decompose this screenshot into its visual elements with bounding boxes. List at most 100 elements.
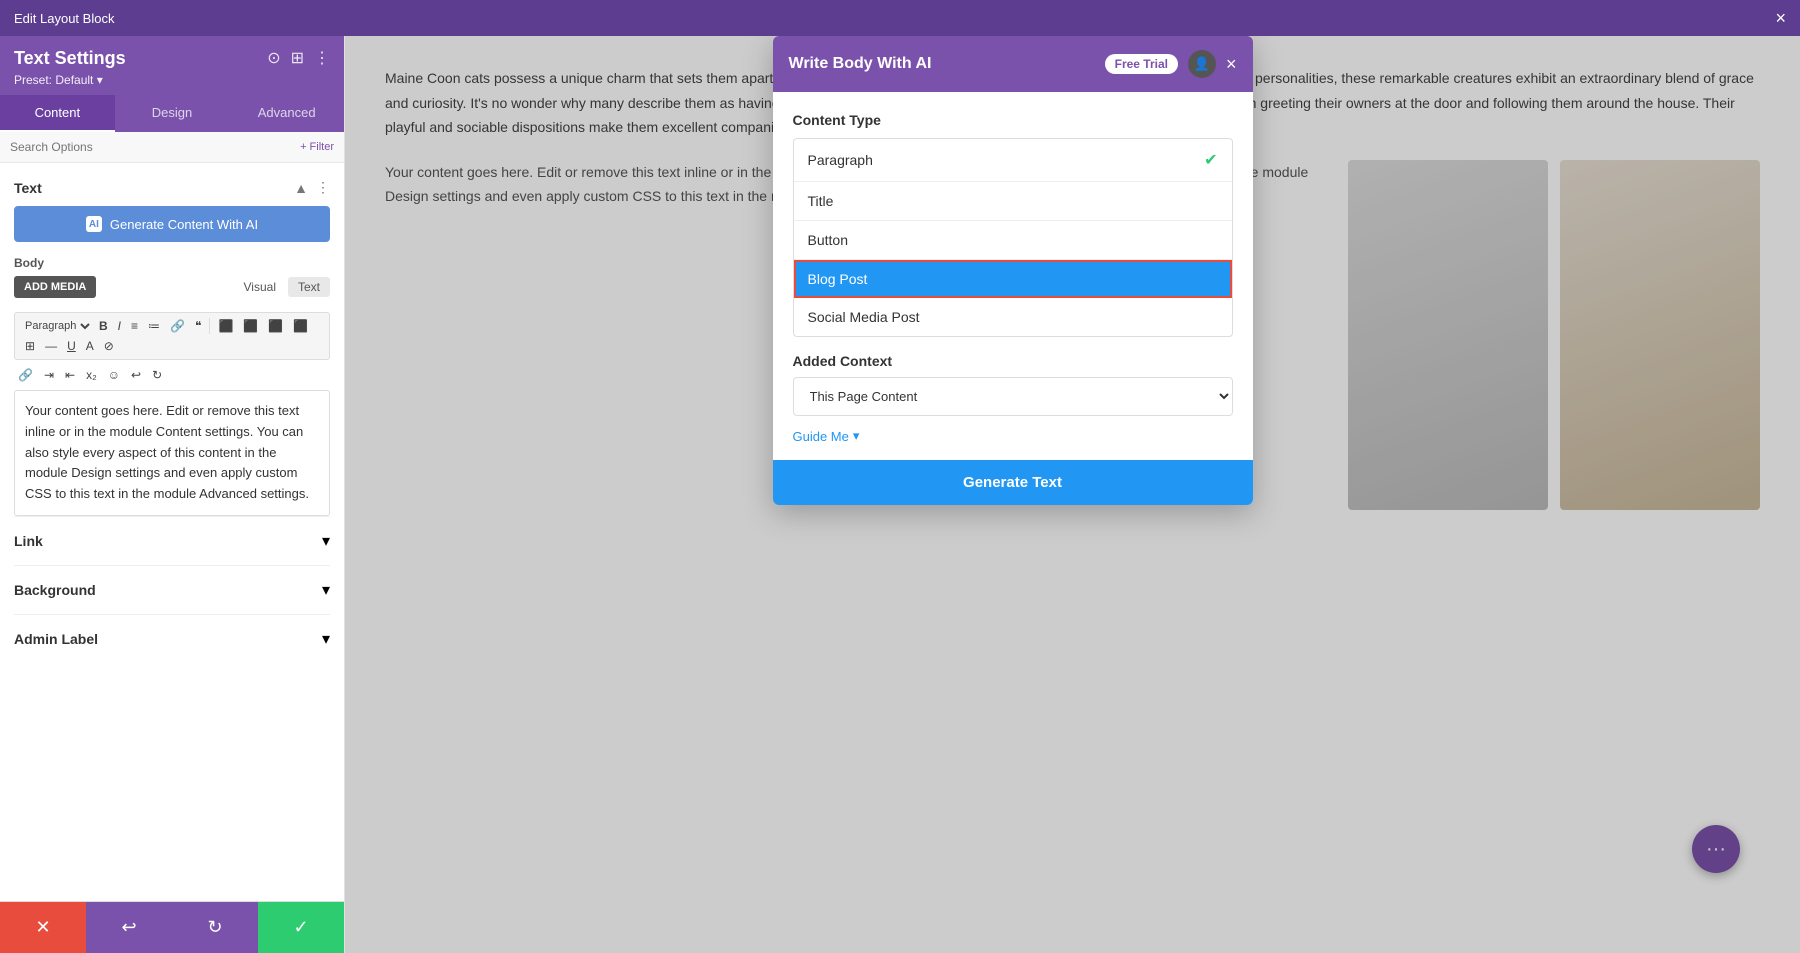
text-section-collapse[interactable]: ▲ bbox=[294, 180, 308, 196]
undo-button[interactable]: ↩ bbox=[86, 902, 172, 953]
columns-icon[interactable]: ⊞ bbox=[291, 48, 304, 68]
modal-header-right: Free Trial 👤 × bbox=[1105, 50, 1237, 78]
sidebar-header: Text Settings Preset: Default ▾ ⊙ ⊞ ⋮ bbox=[0, 36, 344, 95]
content-type-button[interactable]: Button bbox=[794, 221, 1232, 260]
modal-title: Write Body With AI bbox=[789, 55, 932, 73]
modal-header: Write Body With AI Free Trial 👤 × bbox=[773, 36, 1253, 92]
align-left-icon[interactable]: ⬛ bbox=[214, 317, 237, 335]
content-area: Maine Coon cats possess a unique charm t… bbox=[345, 36, 1800, 953]
link-section-title: Link bbox=[14, 533, 43, 549]
outdent-icon[interactable]: ⇤ bbox=[61, 366, 79, 384]
blockquote-icon[interactable]: ❝ bbox=[191, 317, 205, 335]
background-section-title: Background bbox=[14, 582, 96, 598]
search-input[interactable] bbox=[10, 140, 294, 154]
editor-tab-visual[interactable]: Visual bbox=[234, 277, 286, 297]
background-section-header[interactable]: Background ▾ bbox=[14, 580, 330, 600]
modal-overlay: Write Body With AI Free Trial 👤 × Conten… bbox=[345, 36, 1800, 953]
context-select[interactable]: This Page Content bbox=[793, 377, 1233, 416]
subscript-icon[interactable]: x₂ bbox=[82, 366, 101, 384]
undo-icon[interactable]: ↩ bbox=[127, 366, 145, 384]
tab-design[interactable]: Design bbox=[115, 95, 230, 132]
tab-content[interactable]: Content bbox=[0, 95, 115, 132]
content-type-title-label: Title bbox=[808, 193, 834, 209]
filter-button[interactable]: + Filter bbox=[300, 141, 334, 153]
sidebar-search-bar: + Filter bbox=[0, 132, 344, 163]
main-layout: Text Settings Preset: Default ▾ ⊙ ⊞ ⋮ Co… bbox=[0, 36, 1800, 953]
free-trial-badge[interactable]: Free Trial bbox=[1105, 54, 1178, 74]
text-section-more[interactable]: ⋮ bbox=[316, 179, 330, 196]
redo-button[interactable]: ↻ bbox=[172, 902, 258, 953]
link-section: Link ▾ bbox=[14, 516, 330, 565]
sidebar-preset[interactable]: Preset: Default ▾ bbox=[14, 73, 126, 87]
generate-text-button[interactable]: Generate Text bbox=[773, 460, 1253, 505]
toolbar-row2: 🔗 ⇥ ⇤ x₂ ☺ ↩ ↻ bbox=[14, 366, 330, 384]
content-type-paragraph[interactable]: Paragraph ✔ bbox=[794, 139, 1232, 182]
editor-tabs: Visual Text bbox=[234, 277, 330, 297]
content-type-label: Content Type bbox=[793, 112, 1233, 128]
background-chevron-icon: ▾ bbox=[322, 580, 330, 600]
link-section-header[interactable]: Link ▾ bbox=[14, 531, 330, 551]
ai-icon: AI bbox=[86, 216, 102, 232]
link-icon[interactable]: 🔗 bbox=[166, 317, 189, 335]
admin-label-chevron-icon: ▾ bbox=[322, 629, 330, 649]
top-bar-close-button[interactable]: × bbox=[1775, 9, 1786, 27]
content-type-blog-post[interactable]: Blog Post bbox=[794, 260, 1232, 298]
editor-tab-text[interactable]: Text bbox=[288, 277, 330, 297]
horizontal-rule-icon[interactable]: — bbox=[41, 337, 61, 355]
indent-icon[interactable]: ⇥ bbox=[40, 366, 58, 384]
tab-advanced[interactable]: Advanced bbox=[229, 95, 344, 132]
editor-toolbar: Paragraph B I ≡ ≔ 🔗 ❝ ⬛ ⬛ ⬛ ⬛ ⊞ — U A bbox=[14, 312, 330, 360]
modal-close-button[interactable]: × bbox=[1226, 55, 1237, 73]
admin-label-section-header[interactable]: Admin Label ▾ bbox=[14, 629, 330, 649]
background-section: Background ▾ bbox=[14, 565, 330, 614]
underline-icon[interactable]: U bbox=[63, 337, 80, 355]
ordered-list-icon[interactable]: ≔ bbox=[144, 317, 164, 335]
table-icon[interactable]: ⊞ bbox=[21, 337, 39, 355]
admin-label-title: Admin Label bbox=[14, 631, 98, 647]
text-color-icon[interactable]: A bbox=[82, 337, 98, 355]
ai-button-label: Generate Content With AI bbox=[110, 217, 258, 232]
link2-icon[interactable]: 🔗 bbox=[14, 366, 37, 384]
bottom-bar: ✕ ↩ ↻ ✓ bbox=[0, 901, 344, 953]
content-type-button-label: Button bbox=[808, 232, 848, 248]
sidebar-content: Text ▲ ⋮ AI Generate Content With AI Bod… bbox=[0, 163, 344, 901]
unordered-list-icon[interactable]: ≡ bbox=[127, 317, 142, 335]
editor-content[interactable]: Your content goes here. Edit or remove t… bbox=[14, 390, 330, 516]
sidebar: Text Settings Preset: Default ▾ ⊙ ⊞ ⋮ Co… bbox=[0, 36, 345, 953]
text-section-title: Text bbox=[14, 180, 42, 196]
guide-me-chevron-icon: ▾ bbox=[853, 428, 860, 444]
user-avatar-icon: 👤 bbox=[1188, 50, 1216, 78]
top-bar: Edit Layout Block × bbox=[0, 0, 1800, 36]
content-type-blog-post-label: Blog Post bbox=[808, 271, 868, 287]
italic-icon[interactable]: I bbox=[114, 317, 125, 335]
content-type-list: Paragraph ✔ Title Button Bl bbox=[793, 138, 1233, 337]
redo-icon[interactable]: ↻ bbox=[148, 366, 166, 384]
sidebar-title: Text Settings bbox=[14, 48, 126, 69]
ai-generate-button[interactable]: AI Generate Content With AI bbox=[14, 206, 330, 242]
more-options-icon[interactable]: ⋮ bbox=[314, 48, 330, 68]
content-type-social-label: Social Media Post bbox=[808, 309, 920, 325]
top-bar-title: Edit Layout Block bbox=[14, 11, 114, 26]
cancel-button[interactable]: ✕ bbox=[0, 902, 86, 953]
align-justify-icon[interactable]: ⬛ bbox=[289, 317, 312, 335]
ai-modal: Write Body With AI Free Trial 👤 × Conten… bbox=[773, 36, 1253, 505]
body-section: Body ADD MEDIA Visual Text Paragraph B I… bbox=[14, 256, 330, 516]
add-media-button[interactable]: ADD MEDIA bbox=[14, 276, 96, 298]
bold-icon[interactable]: B bbox=[95, 317, 112, 335]
modal-body: Content Type Paragraph ✔ Title bbox=[773, 92, 1253, 444]
align-right-icon[interactable]: ⬛ bbox=[264, 317, 287, 335]
paragraph-check-icon: ✔ bbox=[1204, 150, 1217, 170]
align-center-icon[interactable]: ⬛ bbox=[239, 317, 262, 335]
content-type-title[interactable]: Title bbox=[794, 182, 1232, 221]
save-button[interactable]: ✓ bbox=[258, 902, 344, 953]
clear-format-icon[interactable]: ⊘ bbox=[100, 337, 118, 355]
sidebar-tabs: Content Design Advanced bbox=[0, 95, 344, 132]
added-context-label: Added Context bbox=[793, 353, 1233, 369]
settings-icon[interactable]: ⊙ bbox=[267, 48, 280, 68]
emoji-icon[interactable]: ☺ bbox=[104, 366, 124, 384]
guide-me-button[interactable]: Guide Me ▾ bbox=[793, 428, 1233, 444]
content-type-social-media[interactable]: Social Media Post bbox=[794, 298, 1232, 336]
text-section-header: Text ▲ ⋮ bbox=[14, 179, 330, 196]
body-label: Body bbox=[14, 256, 330, 270]
format-select[interactable]: Paragraph bbox=[21, 319, 93, 333]
